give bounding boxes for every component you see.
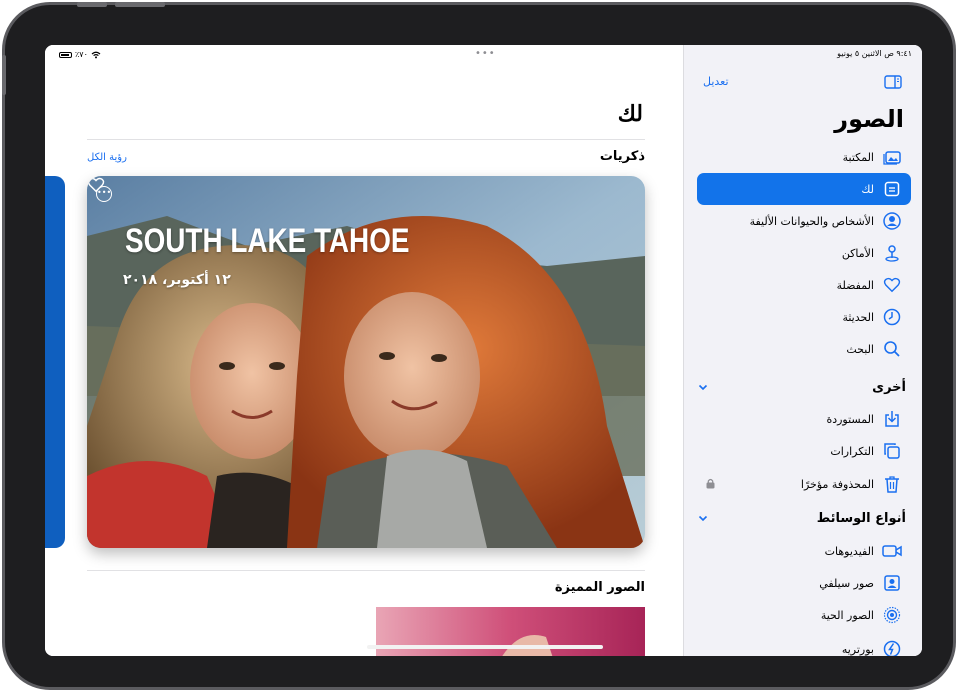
clock-icon [882,307,902,327]
group-label-other: أخرى [872,379,906,395]
video-icon [882,541,902,561]
photo-library-icon [882,147,902,167]
sidebar-item-recents[interactable]: الحديثة [697,301,911,333]
sidebar-title: الصور [834,105,904,133]
sidebar-item-label: بورتريه [841,642,874,656]
sidebar-item-label: المكتبة [842,150,874,164]
memories-title: ذكريات [599,149,645,164]
sidebar-item-label: البحث [846,342,874,356]
map-pin-icon [882,243,902,263]
memory-title: SOUTH LAKE TAHOE [125,222,410,260]
group-label-media-types: أنواع الوسائط [816,510,906,526]
sidebar-item-label: الفيديوهات [824,544,874,558]
duplicates-icon [882,441,902,461]
lock-icon [706,478,715,489]
sidebar-item-videos[interactable]: الفيديوهات [697,535,911,567]
heart-icon [882,275,902,295]
volume-button [77,2,107,7]
for-you-icon [882,179,902,199]
wifi-icon [91,51,101,58]
selfie-icon [882,573,902,593]
chevron-down-icon [698,384,708,391]
sidebar-item-label: المستوردة [826,412,874,426]
status-bar-right: ٩:٤١ ص الاثنين ٥ يونيو [837,49,912,58]
group-header-media-types[interactable]: أنواع الوسائط [697,507,906,529]
sidebar-item-selfies[interactable]: صور سيلفي [697,567,911,599]
status-date: الاثنين ٥ يونيو [837,49,882,58]
sidebar-item-label: الحديثة [842,310,874,324]
sidebar-item-label: صور سيلفي [819,576,874,590]
main-content: ٪٧٠ ••• لك ذكريات رؤية الكل SOUTH LAKE T… [45,45,683,656]
sidebar-item-people-pets[interactable]: الأشخاص والحيوانات الأليفة [697,205,911,237]
sidebar-item-label: الأماكن [841,246,874,260]
edit-button[interactable]: تعديل [703,75,729,88]
ipad-frame: ٪٧٠ ••• لك ذكريات رؤية الكل SOUTH LAKE T… [2,2,956,690]
sidebar-item-label: المفضلة [836,278,874,292]
status-bar-left: ٪٧٠ [59,50,101,59]
import-icon [882,409,902,429]
sidebar-item-favorites[interactable]: المفضلة [697,269,911,301]
sidebar-item-label: المحذوفة مؤخرًا [800,477,874,491]
sidebar-item-portrait[interactable]: بورتريه [697,633,911,656]
page-title: لك [617,101,643,126]
portrait-icon [882,639,902,656]
memory-card[interactable]: SOUTH LAKE TAHOE ١٢ أكتوبر، ٢٠١٨ ••• [87,176,645,548]
sidebar-item-library[interactable]: المكتبة [697,141,911,173]
sidebar-item-for-you[interactable]: لك [697,173,911,205]
side-button [2,55,6,95]
sidebar-item-live-photos[interactable]: الصور الحية [697,599,911,631]
multitasking-dots-icon[interactable]: ••• [475,48,496,59]
group-header-other[interactable]: أخرى [697,376,906,398]
sidebar-item-places[interactable]: الأماكن [697,237,911,269]
featured-photos-title: الصور المميزة [554,580,645,595]
screen: ٪٧٠ ••• لك ذكريات رؤية الكل SOUTH LAKE T… [45,45,922,656]
sidebar-item-recently-deleted[interactable]: المحذوفة مؤخرًا [697,468,911,500]
title-divider [87,139,645,140]
featured-divider [87,570,645,571]
favorite-heart-icon[interactable] [87,176,105,194]
person-circle-icon [882,211,902,231]
sidebar-item-label: التكرارات [830,444,874,458]
memory-date: ١٢ أكتوبر، ٢٠١٨ [123,272,231,288]
sidebar-item-imports[interactable]: المستوردة [697,403,911,435]
sidebar-item-label: الأشخاص والحيوانات الأليفة [749,214,874,228]
chevron-down-icon [698,515,708,522]
sidebar: ٩:٤١ ص الاثنين ٥ يونيو تعديل الصور المكت… [683,45,922,656]
sidebar-item-duplicates[interactable]: التكرارات [697,435,911,467]
sidebar-item-search[interactable]: البحث [697,333,911,365]
trash-icon [882,474,902,494]
see-all-link[interactable]: رؤية الكل [87,152,127,163]
search-icon [882,339,902,359]
live-photo-icon [882,605,902,625]
top-button [115,2,165,7]
home-indicator [367,645,603,649]
battery-percent: ٪٧٠ [75,50,88,59]
battery-icon [59,51,72,58]
sidebar-item-label: لك [861,182,874,196]
status-time: ٩:٤١ ص [884,49,912,58]
sidebar-item-label: الصور الحية [820,608,874,622]
previous-memory-card[interactable] [45,176,65,548]
sidebar-toggle-icon[interactable] [884,75,902,89]
